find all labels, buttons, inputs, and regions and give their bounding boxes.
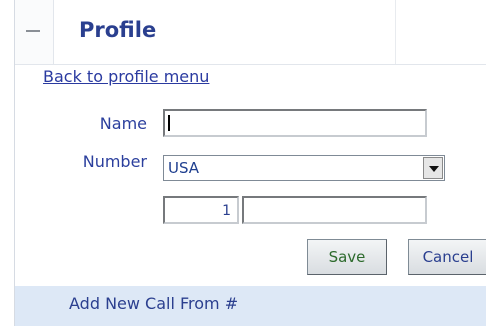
add-call-from-label: Add New Call From # xyxy=(69,294,239,313)
page-title: Profile xyxy=(79,18,157,42)
country-select-value: USA xyxy=(168,159,200,177)
back-to-profile-menu-link[interactable]: Back to profile menu xyxy=(43,67,209,86)
name-label: Name xyxy=(99,114,147,133)
text-caret xyxy=(168,115,170,131)
save-button[interactable]: Save xyxy=(307,239,387,275)
country-select[interactable]: USA xyxy=(163,155,445,181)
minus-icon xyxy=(26,30,40,32)
panel-header: Profile xyxy=(15,0,486,65)
profile-panel: Profile Back to profile menu Name Number… xyxy=(14,0,486,326)
country-code-value: 1 xyxy=(222,203,231,219)
number-label: Number xyxy=(82,152,147,171)
header-divider xyxy=(395,0,396,64)
name-input[interactable] xyxy=(163,109,427,137)
dropdown-button[interactable] xyxy=(423,157,443,179)
cancel-button[interactable]: Cancel xyxy=(408,239,486,275)
collapse-toggle[interactable] xyxy=(15,0,54,64)
country-code-input[interactable]: 1 xyxy=(163,196,239,224)
phone-number-input[interactable] xyxy=(242,196,427,224)
chevron-down-icon xyxy=(429,166,439,172)
